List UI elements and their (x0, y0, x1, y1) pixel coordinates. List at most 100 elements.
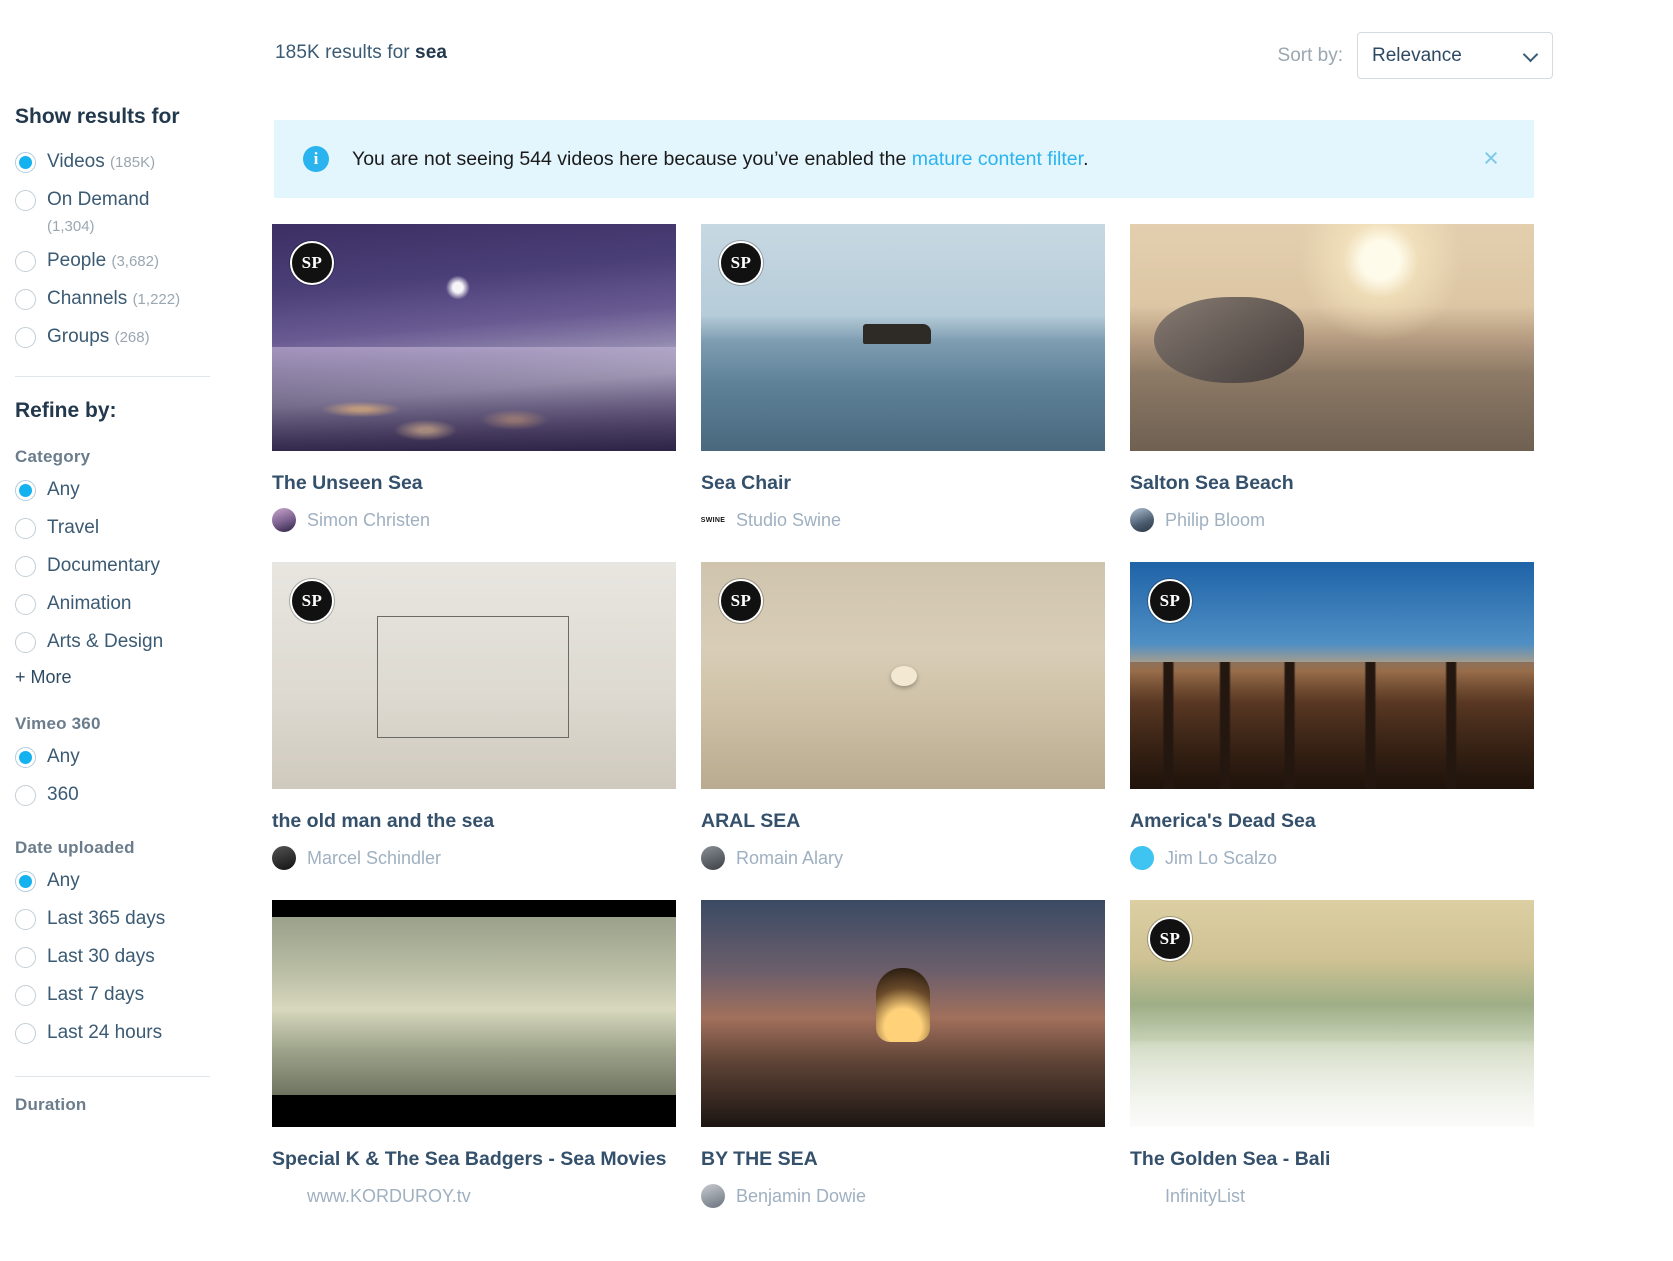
radio-channels[interactable] (15, 289, 36, 310)
video-title[interactable]: Salton Sea Beach (1130, 471, 1534, 495)
video-author-name[interactable]: Simon Christen (307, 510, 430, 531)
banner-message: You are not seeing 544 videos here becau… (352, 148, 1088, 171)
video-thumbnail[interactable]: SP (272, 562, 676, 789)
category-animation[interactable]: Animation (15, 591, 250, 621)
radio-category-animation[interactable] (15, 594, 36, 615)
category-documentary[interactable]: Documentary (15, 553, 250, 583)
search-results-page: 185K results for sea Sort by: Relevance … (0, 0, 1673, 1261)
video-author-row[interactable]: Benjamin Dowie (701, 1184, 1105, 1208)
video-author-name[interactable]: Marcel Schindler (307, 848, 441, 869)
radio-on-demand[interactable] (15, 190, 36, 211)
video-title[interactable]: BY THE SEA (701, 1147, 1105, 1171)
category-arts-design[interactable]: Arts & Design (15, 629, 250, 659)
video-author-row[interactable]: Philip Bloom (1130, 508, 1534, 532)
video-title[interactable]: America's Dead Sea (1130, 809, 1534, 833)
radio-date-365[interactable] (15, 909, 36, 930)
video-title[interactable]: the old man and the sea (272, 809, 676, 833)
video-author-row[interactable]: www.KORDUROY.tv (272, 1184, 676, 1208)
video-card[interactable]: Salton Sea Beach Philip Bloom (1130, 224, 1534, 562)
vimeo360-any[interactable]: Any (15, 744, 250, 774)
avatar (272, 846, 296, 870)
date-24h[interactable]: Last 24 hours (15, 1020, 250, 1050)
radio-vimeo360-any[interactable] (15, 747, 36, 768)
staff-pick-badge: SP (719, 241, 763, 285)
video-author-name[interactable]: Jim Lo Scalzo (1165, 848, 1277, 869)
video-author-row[interactable]: Romain Alary (701, 846, 1105, 870)
video-card[interactable]: SP ARAL SEA Romain Alary (701, 562, 1105, 900)
radio-category-arts-design[interactable] (15, 632, 36, 653)
radio-date-any[interactable] (15, 871, 36, 892)
video-title[interactable]: The Golden Sea - Bali (1130, 1147, 1534, 1171)
video-title[interactable]: Special K & The Sea Badgers - Sea Movies (272, 1147, 676, 1171)
video-author-name[interactable]: Benjamin Dowie (736, 1186, 866, 1207)
video-thumbnail[interactable]: SP (272, 224, 676, 451)
filter-people[interactable]: People (3,682) (15, 248, 250, 278)
video-title[interactable]: The Unseen Sea (272, 471, 676, 495)
video-card[interactable]: SP The Golden Sea - Bali InfinityList (1130, 900, 1534, 1238)
video-author-name[interactable]: Romain Alary (736, 848, 843, 869)
video-thumbnail[interactable]: SP (1130, 900, 1534, 1127)
radio-videos[interactable] (15, 152, 36, 173)
category-travel[interactable]: Travel (15, 515, 250, 545)
video-card[interactable]: SP America's Dead Sea Jim Lo Scalzo (1130, 562, 1534, 900)
video-author-row[interactable]: Jim Lo Scalzo (1130, 846, 1534, 870)
date-7[interactable]: Last 7 days (15, 982, 250, 1012)
radio-date-7[interactable] (15, 985, 36, 1006)
video-title[interactable]: ARAL SEA (701, 809, 1105, 833)
filter-videos[interactable]: Videos (185K) (15, 149, 250, 179)
video-thumbnail[interactable]: SP (701, 562, 1105, 789)
sort-select[interactable]: Relevance (1357, 32, 1553, 79)
mature-content-filter-link[interactable]: mature content filter (912, 148, 1083, 170)
results-query: sea (415, 42, 448, 63)
video-thumbnail[interactable] (272, 900, 676, 1127)
date-30[interactable]: Last 30 days (15, 944, 250, 974)
radio-date-30[interactable] (15, 947, 36, 968)
close-icon[interactable]: × (1478, 145, 1504, 172)
chevron-down-icon (1522, 46, 1539, 62)
video-author-row[interactable]: SWINE Studio Swine (701, 508, 1105, 532)
sidebar-divider-2 (15, 1076, 210, 1077)
radio-category-any[interactable] (15, 480, 36, 501)
filter-groups[interactable]: Groups (268) (15, 324, 250, 354)
date-any[interactable]: Any (15, 868, 250, 898)
radio-vimeo360-360[interactable] (15, 785, 36, 806)
video-author-row[interactable]: Simon Christen (272, 508, 676, 532)
video-author-name[interactable]: Studio Swine (736, 510, 841, 531)
vimeo360-group: Vimeo 360 Any 360 (15, 714, 250, 812)
video-thumbnail[interactable]: SP (701, 224, 1105, 451)
vimeo360-360[interactable]: 360 (15, 782, 250, 812)
video-title[interactable]: Sea Chair (701, 471, 1105, 495)
count-on-demand: (1,304) (47, 218, 95, 235)
video-card[interactable]: SP Sea Chair SWINE Studio Swine (701, 224, 1105, 562)
video-thumbnail[interactable]: SP (1130, 562, 1534, 789)
video-card[interactable]: SP The Unseen Sea Simon Christen (272, 224, 676, 562)
refine-by-title: Refine by: (15, 399, 117, 422)
label-on-demand: On Demand (47, 189, 150, 210)
count-channels: (1,222) (132, 291, 181, 308)
video-card[interactable]: SP the old man and the sea Marcel Schind… (272, 562, 676, 900)
video-author-name[interactable]: Philip Bloom (1165, 510, 1265, 531)
radio-people[interactable] (15, 251, 36, 272)
video-thumbnail[interactable] (701, 900, 1105, 1127)
video-thumbnail[interactable] (1130, 224, 1534, 451)
label-date-365: Last 365 days (47, 908, 166, 929)
radio-category-travel[interactable] (15, 518, 36, 539)
filter-on-demand[interactable]: On Demand (1,304) (15, 187, 250, 240)
video-author-name[interactable]: www.KORDUROY.tv (307, 1186, 471, 1207)
radio-category-documentary[interactable] (15, 556, 36, 577)
category-any[interactable]: Any (15, 477, 250, 507)
vimeo360-title: Vimeo 360 (15, 714, 101, 733)
video-author-row[interactable]: Marcel Schindler (272, 846, 676, 870)
label-category-animation: Animation (47, 593, 132, 614)
count-videos: (185K) (110, 154, 156, 171)
label-channels: Channels (47, 288, 128, 309)
category-more-link[interactable]: + More (15, 667, 250, 688)
video-card[interactable]: BY THE SEA Benjamin Dowie (701, 900, 1105, 1238)
video-card[interactable]: Special K & The Sea Badgers - Sea Movies… (272, 900, 676, 1238)
radio-groups[interactable] (15, 327, 36, 348)
date-365[interactable]: Last 365 days (15, 906, 250, 936)
radio-date-24h[interactable] (15, 1023, 36, 1044)
video-author-row[interactable]: InfinityList (1130, 1184, 1534, 1208)
filter-channels[interactable]: Channels (1,222) (15, 286, 250, 316)
video-author-name[interactable]: InfinityList (1165, 1186, 1245, 1207)
